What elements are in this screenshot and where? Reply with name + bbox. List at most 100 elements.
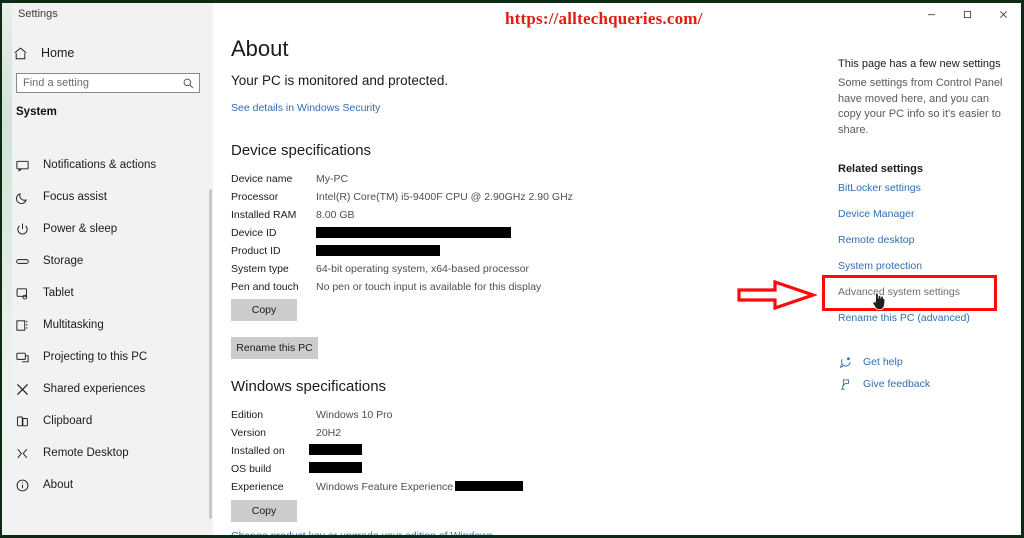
- sidebar-item-label: Tablet: [43, 287, 74, 299]
- redaction-bar: [309, 444, 362, 455]
- sidebar-item-label: Notifications & actions: [43, 159, 157, 171]
- sidebar-item-tablet[interactable]: Tablet: [2, 277, 213, 309]
- sidebar-item-shared-experiences[interactable]: Shared experiences: [2, 373, 213, 405]
- multitasking-icon: [14, 317, 30, 333]
- sidebar-item-label: Storage: [43, 255, 84, 267]
- info-icon: [14, 477, 30, 493]
- spec-key: OS build: [231, 463, 272, 475]
- windows-specifications-heading: Windows specifications: [231, 378, 387, 395]
- sidebar-item-projecting[interactable]: Projecting to this PC: [2, 341, 213, 373]
- feedback-icon: [838, 377, 852, 391]
- sidebar-group-title: System: [16, 106, 57, 118]
- mouse-cursor-icon: [871, 290, 887, 312]
- link-system-protection[interactable]: System protection: [838, 260, 922, 272]
- sidebar-item-label: Clipboard: [43, 415, 93, 427]
- related-settings-title: Related settings: [838, 163, 923, 175]
- sidebar-nav-list: Notifications & actions Focus assist Pow…: [2, 149, 213, 501]
- settings-sidebar: Settings Home System Notif: [2, 3, 213, 535]
- sidebar-item-notifications[interactable]: Notifications & actions: [2, 149, 213, 181]
- link-remote-desktop[interactable]: Remote desktop: [838, 234, 914, 246]
- give-feedback[interactable]: Give feedback: [838, 377, 930, 391]
- spec-key: System type: [231, 263, 289, 275]
- spec-key: Pen and touch: [231, 281, 299, 293]
- copy-windows-specs-button[interactable]: Copy: [231, 500, 297, 522]
- storage-icon: [14, 253, 30, 269]
- sidebar-item-label: Projecting to this PC: [43, 351, 148, 363]
- clipboard-icon: [14, 413, 30, 429]
- sidebar-item-power-sleep[interactable]: Power & sleep: [2, 213, 213, 245]
- sidebar-item-focus-assist[interactable]: Focus assist: [2, 181, 213, 213]
- spec-value: 64-bit operating system, x64-based proce…: [316, 263, 530, 275]
- spec-value: My-PC: [316, 173, 349, 185]
- main-content: https://alltechqueries.com/ About Your P…: [213, 3, 1021, 535]
- redaction-bar: [309, 462, 362, 473]
- sidebar-item-storage[interactable]: Storage: [2, 245, 213, 277]
- search-icon: [182, 77, 195, 90]
- spec-value: 20H2: [316, 427, 342, 439]
- close-button[interactable]: [985, 3, 1021, 25]
- sidebar-item-remote-desktop[interactable]: Remote Desktop: [2, 437, 213, 469]
- sidebar-item-label: Multitasking: [43, 319, 104, 331]
- protection-status: Your PC is monitored and protected.: [231, 73, 449, 88]
- window-controls: [901, 3, 1021, 30]
- sidebar-item-label: Shared experiences: [43, 383, 146, 395]
- annotation-highlight-box: [822, 275, 997, 311]
- sidebar-item-label: About: [43, 479, 74, 491]
- tip-title: This page has a few new settings: [838, 58, 1001, 70]
- sidebar-item-multitasking[interactable]: Multitasking: [2, 309, 213, 341]
- sidebar-item-about[interactable]: About: [2, 469, 213, 501]
- spec-value: No pen or touch input is available for t…: [316, 281, 542, 293]
- device-specifications-heading: Device specifications: [231, 142, 372, 159]
- spec-key: Version: [231, 427, 267, 439]
- site-watermark: https://alltechqueries.com/: [505, 9, 703, 28]
- spec-key: Product ID: [231, 245, 281, 257]
- link-rename-this-pc-advanced[interactable]: Rename this PC (advanced): [838, 312, 970, 324]
- maximize-button[interactable]: [949, 3, 985, 25]
- home-icon: [12, 45, 28, 61]
- redaction-bar: [455, 481, 523, 491]
- notifications-icon: [14, 157, 30, 173]
- power-icon: [14, 221, 30, 237]
- remote-desktop-icon: [14, 445, 30, 461]
- shared-experiences-icon: [14, 381, 30, 397]
- spec-key: Device ID: [231, 227, 277, 239]
- sidebar-item-clipboard[interactable]: Clipboard: [2, 405, 213, 437]
- moon-icon: [14, 189, 30, 205]
- help-icon: [838, 355, 852, 369]
- link-bitlocker-settings[interactable]: BitLocker settings: [838, 182, 921, 194]
- spec-key: Processor: [231, 191, 279, 203]
- projecting-icon: [14, 349, 30, 365]
- search-input[interactable]: [23, 75, 182, 91]
- sidebar-item-home-label: Home: [41, 46, 75, 60]
- minimize-button[interactable]: [913, 3, 949, 25]
- get-help[interactable]: Get help: [838, 355, 903, 369]
- settings-window: Settings Home System Notif: [0, 0, 1024, 538]
- page-title: About: [231, 36, 289, 61]
- tip-body: Some settings from Control Panel have mo…: [838, 77, 1003, 136]
- rename-this-pc-button[interactable]: Rename this PC: [231, 337, 318, 359]
- link-device-manager[interactable]: Device Manager: [838, 208, 914, 220]
- change-product-key-link[interactable]: Change product key or upgrade your editi…: [231, 530, 493, 535]
- tablet-icon: [14, 285, 30, 301]
- spec-value: Windows 10 Pro: [316, 409, 393, 421]
- sidebar-item-label: Power & sleep: [43, 223, 118, 235]
- spec-key: Device name: [231, 173, 293, 185]
- spec-value: Intel(R) Core(TM) i5-9400F CPU @ 2.90GHz…: [316, 191, 573, 203]
- spec-key: Installed on: [231, 445, 285, 457]
- windows-security-link[interactable]: See details in Windows Security: [231, 102, 380, 114]
- sidebar-item-label: Focus assist: [43, 191, 107, 203]
- redaction-bar: [316, 245, 440, 256]
- spec-key: Experience: [231, 481, 284, 493]
- sidebar-item-home[interactable]: Home: [12, 40, 192, 66]
- copy-device-specs-button[interactable]: Copy: [231, 299, 297, 321]
- app-title: Settings: [18, 8, 58, 20]
- spec-key: Installed RAM: [231, 209, 297, 221]
- spec-value: 8.00 GB: [316, 209, 355, 221]
- annotation-arrow-icon: [737, 279, 818, 311]
- tip-panel: This page has a few new settings Some se…: [838, 58, 1008, 138]
- search-box[interactable]: [16, 73, 200, 93]
- get-help-label: Get help: [863, 356, 903, 368]
- spec-key: Edition: [231, 409, 264, 421]
- redaction-bar: [316, 227, 511, 238]
- sidebar-item-label: Remote Desktop: [43, 447, 129, 459]
